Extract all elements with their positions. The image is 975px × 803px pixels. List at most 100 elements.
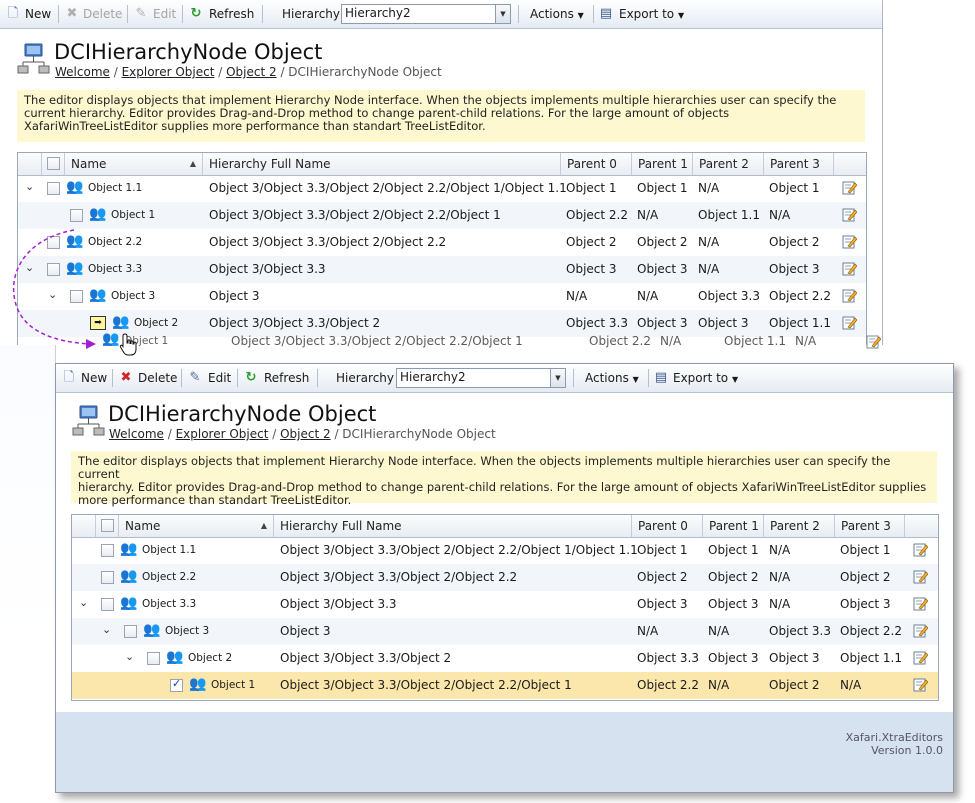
tree-row[interactable]: 👥 Object 1.1 Object 3/Object 3.3/Object 2/…: [72, 537, 938, 564]
header-parent-1[interactable]: Parent 1: [632, 153, 693, 175]
header-parent-3[interactable]: Parent 3: [835, 515, 905, 537]
edit-icon[interactable]: [842, 261, 857, 276]
edit-icon[interactable]: [913, 542, 928, 557]
tree-row[interactable]: ⌄ 👥 Object 3 Object 3 N/A N/A Object 3.3 Object…: [18, 283, 866, 310]
refresh-button[interactable]: Refresh: [209, 5, 254, 23]
edit-icon[interactable]: [913, 677, 928, 692]
cell-full-name: Object 3/Object 3.3/Object 2/Object 2.2/…: [280, 678, 572, 692]
header-parent-2[interactable]: Parent 2: [693, 153, 764, 175]
header-full-name[interactable]: Hierarchy Full Name: [203, 153, 561, 175]
export-menu[interactable]: Export to ▼: [619, 5, 684, 23]
hierarchy-value: Hierarchy2: [345, 6, 411, 20]
breadcrumb-object-2[interactable]: Object 2: [280, 427, 331, 441]
cell-full-name: Object 3/Object 3.3/Object 2: [280, 651, 452, 665]
edit-icon[interactable]: [842, 180, 857, 195]
edit-icon[interactable]: [913, 650, 928, 665]
header-full-name[interactable]: Hierarchy Full Name: [274, 515, 632, 537]
breadcrumb-welcome[interactable]: Welcome: [109, 427, 164, 441]
row-checkbox[interactable]: [101, 544, 114, 557]
tree-row[interactable]: ⌄ 👥 Object 1.1 Object 3/Object 3.3/Object 2…: [18, 175, 866, 202]
sort-asc-icon[interactable]: ▲: [190, 153, 196, 175]
tree-row[interactable]: 👥 Object 2 Object 3/Object 3.3/Object 2 Obj…: [18, 310, 866, 337]
sort-asc-icon[interactable]: ▲: [261, 515, 267, 537]
edit-icon[interactable]: [913, 623, 928, 638]
cell-parent-1: Object 3: [637, 262, 688, 276]
ghost-full-name: Object 3/Object 3.3/Object 2/Object 2.2/…: [231, 334, 523, 348]
tree-row[interactable]: 👥 Object 2.2 Object 3/Object 3.3/Object 2/…: [18, 229, 866, 256]
edit-icon: [866, 335, 881, 349]
header-parent-1[interactable]: Parent 1: [703, 515, 764, 537]
cell-parent-3: Object 2: [769, 235, 820, 249]
cell-parent-3: N/A: [769, 208, 791, 222]
cell-parent-3: Object 1.1: [840, 651, 902, 665]
cell-parent-3: Object 3: [769, 262, 820, 276]
cell-parent-3: N/A: [840, 678, 862, 692]
header-parent-0[interactable]: Parent 0: [561, 153, 632, 175]
separator: [518, 5, 519, 23]
separator: [317, 369, 318, 387]
row-checkbox[interactable]: [124, 625, 137, 638]
edit-icon[interactable]: [842, 234, 857, 249]
hierarchy-label: Hierarchy: [336, 371, 395, 385]
cell-parent-0: Object 1: [637, 543, 688, 557]
cell-full-name: Object 3: [209, 289, 260, 303]
cell-parent-0: Object 2.2: [637, 678, 699, 692]
chevron-down-icon[interactable]: ⌄: [79, 596, 88, 609]
cell-parent-2: Object 2: [769, 678, 820, 692]
checkmark-icon: ✓: [172, 677, 182, 690]
header-name[interactable]: Name ▲: [119, 515, 274, 537]
breadcrumb-explorer-object[interactable]: Explorer Object: [176, 427, 269, 441]
edit-icon[interactable]: [842, 207, 857, 222]
tree-row[interactable]: ⌄ 👥 Object 2 Object 3/Object 3.3/Object 2 Ob…: [72, 645, 938, 672]
ghost-parent-1: N/A: [660, 334, 682, 348]
tree-row[interactable]: 👥 Object 1 Object 3/Object 3.3/Object 2/Ob…: [18, 202, 866, 229]
row-checkbox[interactable]: [101, 598, 114, 611]
tree-row[interactable]: ⌄ 👥 Object 3.3 Object 3/Object 3.3 Object 3O…: [18, 256, 866, 283]
header-parent-2[interactable]: Parent 2: [764, 515, 835, 537]
tree-row[interactable]: ✓ 👥 Object 1 Object 3/Object 3.3/Object 2/O…: [72, 672, 938, 699]
header-select-all[interactable]: [96, 515, 119, 537]
row-checkbox[interactable]: [101, 571, 114, 584]
cell-parent-0: Object 2: [566, 235, 617, 249]
edit-icon[interactable]: [842, 315, 857, 330]
info-line: XafariWinTreeListEditor supplies more pe…: [24, 119, 486, 133]
delete-button[interactable]: Delete: [138, 369, 177, 387]
separator: [573, 369, 574, 387]
actions-menu[interactable]: Actions ▼: [585, 369, 639, 387]
chevron-down-icon[interactable]: ▼: [495, 5, 510, 23]
row-checkbox[interactable]: [147, 652, 160, 665]
tree-grid: Name ▲ Hierarchy Full Name Parent 0 Parent 1…: [17, 152, 867, 345]
edit-icon[interactable]: [913, 596, 928, 611]
grid-header: Name ▲ Hierarchy Full Name Parent 0 Parent 1…: [18, 153, 866, 176]
tree-row[interactable]: ⌄ 👥 Object 3.3 Object 3/Object 3.3 Object 3O…: [72, 591, 938, 618]
actions-menu[interactable]: Actions ▼: [530, 5, 584, 23]
edit-icon[interactable]: [842, 288, 857, 303]
refresh-icon: ↻: [190, 6, 202, 21]
cell-parent-0: N/A: [637, 624, 659, 638]
edit-icon[interactable]: [913, 569, 928, 584]
edit-button[interactable]: Edit: [153, 5, 176, 23]
separator: [262, 5, 263, 23]
breadcrumb-object-2[interactable]: Object 2: [226, 65, 277, 79]
tree-row[interactable]: 👥 Object 2.2 Object 3/Object 3.3/Object 2/…: [72, 564, 938, 591]
chevron-down-icon[interactable]: ▼: [550, 369, 565, 387]
refresh-button[interactable]: Refresh: [264, 369, 309, 387]
header-parent-3[interactable]: Parent 3: [764, 153, 834, 175]
hierarchy-select[interactable]: Hierarchy2 ▼: [341, 4, 511, 24]
chevron-down-icon[interactable]: ⌄: [102, 623, 111, 636]
select-all-checkbox[interactable]: [101, 519, 114, 532]
edit-button[interactable]: Edit: [208, 369, 231, 387]
separator: [648, 369, 649, 387]
ghost-parent-3: N/A: [795, 334, 817, 348]
tree-row[interactable]: ⌄ 👥 Object 3 Object 3 N/A N/A Object 3.3 Object…: [72, 618, 938, 645]
chevron-down-icon[interactable]: ⌄: [125, 650, 134, 663]
row-checkbox[interactable]: ✓: [170, 677, 183, 692]
user-icon: 👥: [120, 541, 138, 557]
cell-parent-0: Object 3.3: [637, 651, 699, 665]
cell-parent-2: Object 3.3: [698, 289, 760, 303]
hierarchy-select[interactable]: Hierarchy2 ▼: [396, 368, 566, 388]
header-parent-0[interactable]: Parent 0: [632, 515, 703, 537]
new-button[interactable]: New: [81, 369, 107, 387]
cell-full-name: Object 3/Object 3.3/Object 2/Object 2.2/…: [209, 181, 567, 195]
export-menu[interactable]: Export to ▼: [673, 369, 738, 387]
